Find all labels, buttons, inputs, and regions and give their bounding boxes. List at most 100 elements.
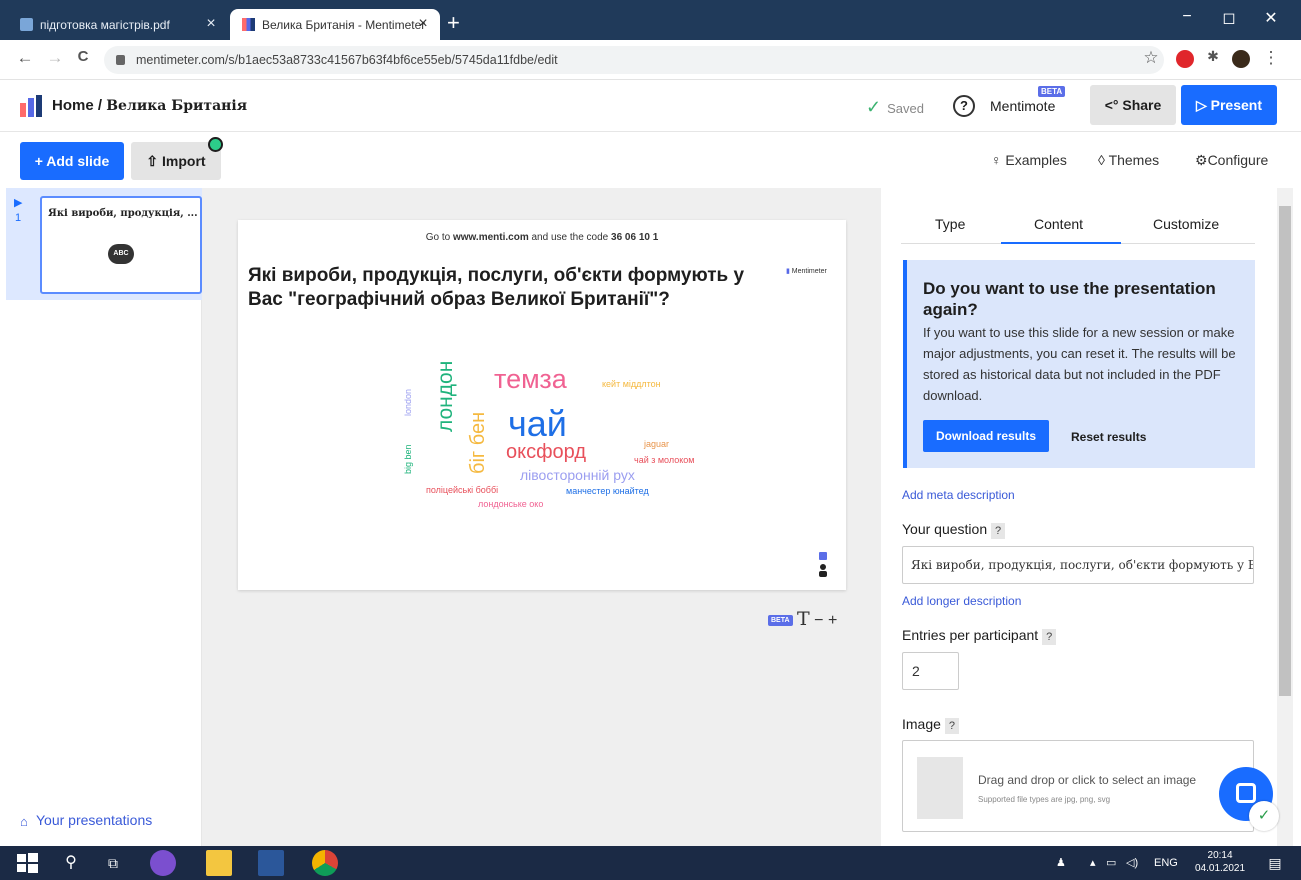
share-label: Share	[1122, 97, 1162, 113]
volume-icon[interactable]: ◁)	[1126, 856, 1138, 869]
slide-preview[interactable]: Go to www.menti.com and use the code 36 …	[238, 220, 846, 590]
word-cloud-word: чай з молоком	[634, 455, 695, 465]
back-icon[interactable]: ←	[14, 48, 36, 68]
slide-number: 1	[15, 212, 22, 224]
slides-sidebar: ▶ 1 Які вироби, продукція, ... ABC ⌂ You…	[0, 188, 202, 846]
increase-text-button[interactable]: +	[828, 612, 837, 629]
tab-type[interactable]: Type	[935, 216, 965, 232]
add-longer-description-link[interactable]: Add longer description	[902, 594, 1021, 608]
close-icon[interactable]: ×	[202, 15, 220, 33]
configure-button[interactable]: ⚙Configure	[1195, 152, 1268, 169]
play-icon: ▷	[1195, 97, 1211, 113]
share-icon: <°	[1104, 97, 1123, 113]
image-dropzone[interactable]: Drag and drop or click to select an imag…	[902, 740, 1254, 832]
reset-notice-text: If you want to use this slide for a new …	[923, 325, 1236, 403]
network-icon[interactable]: ▭	[1106, 856, 1116, 869]
examples-button[interactable]: ♀ Examples	[991, 152, 1067, 168]
add-meta-description-link[interactable]: Add meta description	[902, 488, 1015, 502]
home-link[interactable]: Home	[52, 97, 94, 114]
viber-icon[interactable]	[150, 850, 176, 876]
dropzone-text: Drag and drop or click to select an imag…	[978, 773, 1197, 787]
help-icon[interactable]: ?	[953, 95, 975, 117]
tab-mentimeter[interactable]: Велика Британія - Mentimeter ×	[230, 9, 440, 40]
reset-notice-title: Do you want to use the presentation agai…	[923, 279, 1216, 319]
profile-avatar[interactable]	[1232, 50, 1250, 68]
reset-results-notice: Do you want to use the presentation agai…	[903, 260, 1255, 468]
forward-icon[interactable]: →	[44, 48, 66, 68]
gear-icon: ⚙	[1195, 152, 1208, 168]
window-close-button[interactable]: ✕	[1256, 8, 1286, 28]
notifications-icon[interactable]: ▤	[1262, 850, 1288, 876]
language-indicator[interactable]: ENG	[1154, 857, 1178, 869]
panel-scrollbar[interactable]	[1277, 188, 1293, 846]
url-input[interactable]: mentimeter.com/s/b1aec53a8733c41567b63f4…	[104, 46, 1164, 74]
help-icon[interactable]: ?	[1042, 629, 1057, 645]
word-cloud-word: big ben	[403, 444, 413, 474]
mentimeter-logo-icon[interactable]	[20, 95, 42, 117]
slide-list-item[interactable]: ▶ 1 Які вироби, продукція, ... ABC	[6, 188, 202, 300]
image-label: Image?	[902, 716, 959, 734]
palette-icon: ◊	[1098, 152, 1109, 168]
entries-per-participant-input[interactable]: 2	[902, 652, 959, 690]
mentimote-button[interactable]: Mentimote	[990, 98, 1055, 114]
present-label: Present	[1210, 97, 1262, 113]
decrease-text-button[interactable]: −	[814, 612, 823, 629]
notification-dot	[208, 137, 223, 152]
question-input[interactable]: Які вироби, продукція, послуги, об'єкти …	[902, 546, 1254, 584]
import-button[interactable]: ⇧ Import	[131, 142, 221, 180]
slide-canvas: Go to www.menti.com and use the code 36 …	[202, 188, 881, 846]
image-placeholder	[917, 757, 963, 819]
slide-active-arrow-icon: ▶	[14, 197, 23, 209]
label-text: Your question	[902, 521, 988, 537]
tab-content[interactable]: Content	[1034, 216, 1083, 232]
participant-count-icon	[819, 552, 827, 577]
tab-pdf[interactable]: підготовка магістрів.pdf ×	[8, 9, 228, 40]
star-icon[interactable]: ☆	[1140, 48, 1162, 68]
new-tab-button[interactable]: +	[447, 12, 460, 34]
download-results-button[interactable]: Download results	[923, 420, 1049, 452]
label-text: Entries per participant	[902, 627, 1039, 643]
help-icon[interactable]: ?	[991, 523, 1006, 539]
instructions-prefix: Go to	[425, 232, 453, 243]
restore-button[interactable]: ◻	[1214, 8, 1244, 28]
present-button[interactable]: ▷ Present	[1181, 85, 1277, 125]
lightbulb-icon: ♀	[991, 152, 1006, 168]
chat-icon	[1236, 783, 1256, 803]
word-icon[interactable]	[258, 850, 284, 876]
your-presentations-label: Your presentations	[36, 812, 153, 828]
content-panel: Type Content Customize Do you want to us…	[881, 188, 1277, 846]
add-slide-button[interactable]: + Add slide	[20, 142, 124, 180]
windows-start-icon[interactable]	[14, 850, 40, 876]
your-presentations-link[interactable]: ⌂ Your presentations	[20, 812, 153, 829]
tab-customize[interactable]: Customize	[1153, 216, 1219, 232]
presentation-title[interactable]: Велика Британія	[106, 98, 247, 114]
pdf-file-icon	[20, 18, 33, 31]
word-cloud-word: лондонське око	[478, 499, 544, 509]
check-icon: ✓	[866, 97, 882, 117]
chrome-icon[interactable]	[312, 850, 338, 876]
task-view-icon[interactable]: ⧉	[100, 850, 126, 876]
reload-icon[interactable]: C	[72, 48, 94, 65]
themes-button[interactable]: ◊ Themes	[1098, 152, 1159, 168]
slide-brand-logo: ▮ Mentimeter	[786, 267, 827, 275]
share-button[interactable]: <° Share	[1090, 85, 1176, 125]
panel-tabs: Type Content Customize	[901, 208, 1255, 244]
clock[interactable]: 20:14 04.01.2021	[1195, 849, 1245, 875]
adblock-icon[interactable]	[1176, 50, 1194, 68]
windows-taskbar: ⚲ ⧉ ♟ ▴ ▭ ◁) ENG 20:14 04.01.2021 ▤	[0, 846, 1301, 880]
import-label: Import	[162, 153, 206, 169]
text-size-icon[interactable]: T	[797, 608, 810, 630]
people-icon[interactable]: ♟	[1056, 856, 1066, 869]
tray-chevron-icon[interactable]: ▴	[1090, 856, 1096, 869]
slide-join-instructions: Go to www.menti.com and use the code 36 …	[238, 232, 846, 243]
close-icon[interactable]: ×	[414, 15, 432, 33]
search-icon[interactable]: ⚲	[58, 850, 84, 876]
reset-results-button[interactable]: Reset results	[1071, 430, 1146, 444]
slide-thumbnail[interactable]: Які вироби, продукція, ... ABC	[40, 196, 202, 294]
file-explorer-icon[interactable]	[206, 850, 232, 876]
help-icon[interactable]: ?	[944, 718, 959, 734]
minimize-button[interactable]: −	[1172, 8, 1202, 26]
extensions-puzzle-icon[interactable]: ✱	[1202, 48, 1224, 65]
menu-dots-icon[interactable]: ⋮	[1260, 48, 1282, 68]
scrollbar-thumb[interactable]	[1279, 206, 1291, 696]
